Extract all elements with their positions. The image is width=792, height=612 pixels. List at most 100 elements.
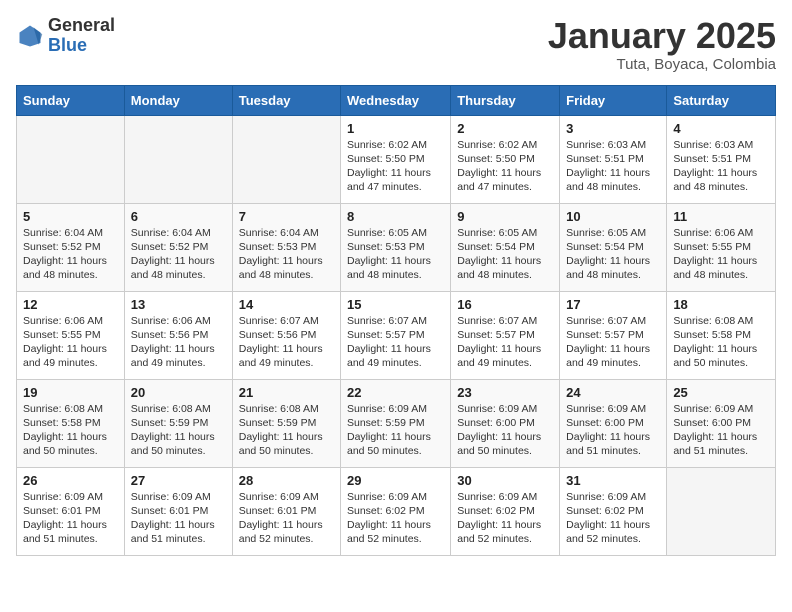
day-number: 25 <box>673 385 769 400</box>
day-info: Sunrise: 6:03 AM Sunset: 5:51 PM Dayligh… <box>673 138 769 195</box>
day-info: Sunrise: 6:09 AM Sunset: 6:00 PM Dayligh… <box>673 402 769 459</box>
calendar-cell: 25 Sunrise: 6:09 AM Sunset: 6:00 PM Dayli… <box>667 379 776 467</box>
calendar-cell: 16 Sunrise: 6:07 AM Sunset: 5:57 PM Dayli… <box>451 291 560 379</box>
calendar-cell: 8Sunrise: 6:05 AM Sunset: 5:53 PM Daylig… <box>341 203 451 291</box>
day-info: Sunrise: 6:05 AM Sunset: 5:54 PM Dayligh… <box>457 226 553 283</box>
calendar-subtitle: Tuta, Boyaca, Colombia <box>548 56 776 73</box>
day-info: Sunrise: 6:09 AM Sunset: 6:02 PM Dayligh… <box>457 490 553 547</box>
calendar-cell: 17 Sunrise: 6:07 AM Sunset: 5:57 PM Dayli… <box>560 291 667 379</box>
day-number: 24 <box>566 385 660 400</box>
calendar-cell: 4 Sunrise: 6:03 AM Sunset: 5:51 PM Daylig… <box>667 115 776 203</box>
calendar-cell: 23Sunrise: 6:09 AM Sunset: 6:00 PM Dayli… <box>451 379 560 467</box>
day-number: 17 <box>566 297 660 312</box>
calendar-cell <box>17 115 125 203</box>
logo: General Blue <box>16 16 115 56</box>
calendar-cell: 19 Sunrise: 6:08 AM Sunset: 5:58 PM Dayli… <box>17 379 125 467</box>
day-info: Sunrise: 6:08 AM Sunset: 5:58 PM Dayligh… <box>673 314 769 371</box>
calendar-cell: 21Sunrise: 6:08 AM Sunset: 5:59 PM Dayli… <box>232 379 340 467</box>
calendar-cell: 1 Sunrise: 6:02 AM Sunset: 5:50 PM Daylig… <box>341 115 451 203</box>
day-info: Sunrise: 6:04 AM Sunset: 5:52 PM Dayligh… <box>23 226 118 283</box>
calendar-body: 1 Sunrise: 6:02 AM Sunset: 5:50 PM Daylig… <box>17 115 776 555</box>
calendar-cell <box>232 115 340 203</box>
calendar-cell: 22 Sunrise: 6:09 AM Sunset: 5:59 PM Dayli… <box>341 379 451 467</box>
calendar-cell: 7Sunrise: 6:04 AM Sunset: 5:53 PM Daylig… <box>232 203 340 291</box>
day-info: Sunrise: 6:02 AM Sunset: 5:50 PM Dayligh… <box>347 138 444 195</box>
weekday-header-row: SundayMondayTuesdayWednesdayThursdayFrid… <box>17 85 776 115</box>
calendar-cell: 12Sunrise: 6:06 AM Sunset: 5:55 PM Dayli… <box>17 291 125 379</box>
calendar-week-row: 1 Sunrise: 6:02 AM Sunset: 5:50 PM Daylig… <box>17 115 776 203</box>
day-number: 31 <box>566 473 660 488</box>
calendar-cell: 6Sunrise: 6:04 AM Sunset: 5:52 PM Daylig… <box>124 203 232 291</box>
day-number: 10 <box>566 209 660 224</box>
calendar-week-row: 5 Sunrise: 6:04 AM Sunset: 5:52 PM Daylig… <box>17 203 776 291</box>
calendar-cell: 15 Sunrise: 6:07 AM Sunset: 5:57 PM Dayli… <box>341 291 451 379</box>
day-info: Sunrise: 6:09 AM Sunset: 5:59 PM Dayligh… <box>347 402 444 459</box>
calendar-cell: 9 Sunrise: 6:05 AM Sunset: 5:54 PM Daylig… <box>451 203 560 291</box>
page-header: General Blue January 2025 Tuta, Boyaca, … <box>16 16 776 73</box>
day-info: Sunrise: 6:08 AM Sunset: 5:59 PM Dayligh… <box>131 402 226 459</box>
day-number: 3 <box>566 121 660 136</box>
day-number: 23 <box>457 385 553 400</box>
calendar-title: January 2025 <box>548 16 776 56</box>
calendar-cell: 26 Sunrise: 6:09 AM Sunset: 6:01 PM Dayli… <box>17 467 125 555</box>
calendar-week-row: 19 Sunrise: 6:08 AM Sunset: 5:58 PM Dayli… <box>17 379 776 467</box>
weekday-header-cell: Saturday <box>667 85 776 115</box>
day-info: Sunrise: 6:08 AM Sunset: 5:59 PM Dayligh… <box>239 402 334 459</box>
day-info: Sunrise: 6:09 AM Sunset: 6:01 PM Dayligh… <box>131 490 226 547</box>
day-info: Sunrise: 6:09 AM Sunset: 6:02 PM Dayligh… <box>347 490 444 547</box>
day-info: Sunrise: 6:05 AM Sunset: 5:54 PM Dayligh… <box>566 226 660 283</box>
day-info: Sunrise: 6:09 AM Sunset: 6:02 PM Dayligh… <box>566 490 660 547</box>
day-number: 13 <box>131 297 226 312</box>
title-block: January 2025 Tuta, Boyaca, Colombia <box>548 16 776 73</box>
day-number: 19 <box>23 385 118 400</box>
day-info: Sunrise: 6:06 AM Sunset: 5:56 PM Dayligh… <box>131 314 226 371</box>
day-info: Sunrise: 6:08 AM Sunset: 5:58 PM Dayligh… <box>23 402 118 459</box>
day-number: 27 <box>131 473 226 488</box>
day-info: Sunrise: 6:07 AM Sunset: 5:57 PM Dayligh… <box>347 314 444 371</box>
calendar-cell: 20 Sunrise: 6:08 AM Sunset: 5:59 PM Dayli… <box>124 379 232 467</box>
calendar-cell: 14 Sunrise: 6:07 AM Sunset: 5:56 PM Dayli… <box>232 291 340 379</box>
weekday-header-cell: Friday <box>560 85 667 115</box>
day-number: 20 <box>131 385 226 400</box>
day-info: Sunrise: 6:07 AM Sunset: 5:56 PM Dayligh… <box>239 314 334 371</box>
calendar-cell: 2Sunrise: 6:02 AM Sunset: 5:50 PM Daylig… <box>451 115 560 203</box>
day-number: 1 <box>347 121 444 136</box>
calendar-cell: 30 Sunrise: 6:09 AM Sunset: 6:02 PM Dayli… <box>451 467 560 555</box>
day-number: 15 <box>347 297 444 312</box>
calendar-table: SundayMondayTuesdayWednesdayThursdayFrid… <box>16 85 776 556</box>
day-number: 11 <box>673 209 769 224</box>
calendar-cell: 27 Sunrise: 6:09 AM Sunset: 6:01 PM Dayli… <box>124 467 232 555</box>
day-info: Sunrise: 6:06 AM Sunset: 5:55 PM Dayligh… <box>673 226 769 283</box>
day-info: Sunrise: 6:07 AM Sunset: 5:57 PM Dayligh… <box>566 314 660 371</box>
day-number: 16 <box>457 297 553 312</box>
day-number: 5 <box>23 209 118 224</box>
logo-text: General Blue <box>48 16 115 56</box>
day-number: 14 <box>239 297 334 312</box>
day-info: Sunrise: 6:04 AM Sunset: 5:52 PM Dayligh… <box>131 226 226 283</box>
day-info: Sunrise: 6:03 AM Sunset: 5:51 PM Dayligh… <box>566 138 660 195</box>
day-number: 26 <box>23 473 118 488</box>
day-number: 30 <box>457 473 553 488</box>
day-info: Sunrise: 6:09 AM Sunset: 6:00 PM Dayligh… <box>566 402 660 459</box>
generalblue-logo-icon <box>16 22 44 50</box>
calendar-cell: 29Sunrise: 6:09 AM Sunset: 6:02 PM Dayli… <box>341 467 451 555</box>
day-info: Sunrise: 6:09 AM Sunset: 6:01 PM Dayligh… <box>23 490 118 547</box>
weekday-header-cell: Thursday <box>451 85 560 115</box>
calendar-cell: 28Sunrise: 6:09 AM Sunset: 6:01 PM Dayli… <box>232 467 340 555</box>
day-number: 18 <box>673 297 769 312</box>
calendar-cell: 18 Sunrise: 6:08 AM Sunset: 5:58 PM Dayli… <box>667 291 776 379</box>
day-number: 9 <box>457 209 553 224</box>
day-number: 4 <box>673 121 769 136</box>
weekday-header-cell: Sunday <box>17 85 125 115</box>
day-number: 28 <box>239 473 334 488</box>
day-info: Sunrise: 6:07 AM Sunset: 5:57 PM Dayligh… <box>457 314 553 371</box>
day-info: Sunrise: 6:06 AM Sunset: 5:55 PM Dayligh… <box>23 314 118 371</box>
calendar-cell: 10 Sunrise: 6:05 AM Sunset: 5:54 PM Dayli… <box>560 203 667 291</box>
weekday-header-cell: Tuesday <box>232 85 340 115</box>
calendar-cell: 13 Sunrise: 6:06 AM Sunset: 5:56 PM Dayli… <box>124 291 232 379</box>
weekday-header-cell: Wednesday <box>341 85 451 115</box>
calendar-cell: 31 Sunrise: 6:09 AM Sunset: 6:02 PM Dayli… <box>560 467 667 555</box>
day-info: Sunrise: 6:02 AM Sunset: 5:50 PM Dayligh… <box>457 138 553 195</box>
calendar-week-row: 12Sunrise: 6:06 AM Sunset: 5:55 PM Dayli… <box>17 291 776 379</box>
day-number: 22 <box>347 385 444 400</box>
